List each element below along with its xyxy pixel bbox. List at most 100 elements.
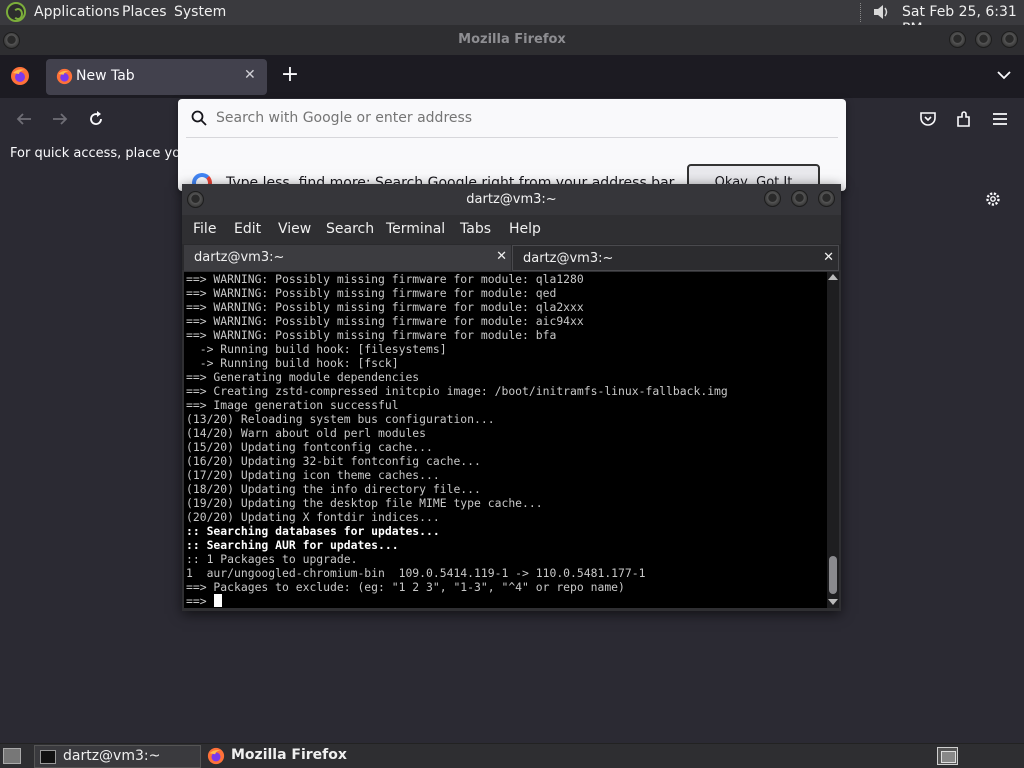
terminal-line-text: (16/20) Updating 32-bit fontconfig cache… xyxy=(186,454,481,468)
menu-system[interactable]: System xyxy=(174,4,226,22)
extensions-icon[interactable] xyxy=(954,109,974,129)
terminal-line: ==> Packages to exclude: (eg: "1 2 3", "… xyxy=(186,580,728,594)
menu-terminal[interactable]: Terminal xyxy=(386,221,445,237)
terminal-scrollbar[interactable] xyxy=(827,272,839,608)
terminal-line-text: ==> WARNING: Possibly missing firmware f… xyxy=(186,314,584,328)
terminal-output[interactable]: ==> WARNING: Possibly missing firmware f… xyxy=(184,272,827,608)
terminal-line: -> Running build hook: [fsck] xyxy=(186,356,728,370)
firefox-titlebar[interactable]: Mozilla Firefox xyxy=(0,25,1024,55)
firefox-icon xyxy=(56,68,73,85)
minimize-button[interactable] xyxy=(949,31,966,48)
terminal-line-text: 1 aur/ungoogled-chromium-bin 109.0.5414.… xyxy=(186,566,646,580)
terminal-tab-label: dartz@vm3:~ xyxy=(194,250,285,265)
terminal-line-text: ==> Generating module dependencies xyxy=(186,370,420,384)
clock[interactable]: Sat Feb 25, 6:31 PM xyxy=(902,4,1024,37)
terminal-line-text: ==> WARNING: Possibly missing firmware f… xyxy=(186,328,557,342)
back-arrow-icon[interactable] xyxy=(14,109,34,129)
scrollbar-thumb[interactable] xyxy=(829,556,837,594)
gear-icon[interactable] xyxy=(984,190,1002,208)
terminal-line-text: (13/20) Reloading system bus configurati… xyxy=(186,412,495,426)
terminal-titlebar[interactable]: dartz@vm3:~ xyxy=(182,184,841,215)
terminal-line-text: :: Searching AUR for updates... xyxy=(186,538,399,552)
new-tab-button[interactable]: + xyxy=(279,63,301,89)
terminal-line-text: :: Searching databases for updates... xyxy=(186,524,440,538)
taskbar-firefox[interactable]: Mozilla Firefox xyxy=(205,745,355,768)
menu-tabs[interactable]: Tabs xyxy=(460,221,491,237)
panel-divider xyxy=(860,3,862,22)
terminal-line: (16/20) Updating 32-bit fontconfig cache… xyxy=(186,454,728,468)
volume-icon[interactable] xyxy=(872,3,890,21)
menu-file[interactable]: File xyxy=(193,221,216,237)
terminal-line: (19/20) Updating the desktop file MIME t… xyxy=(186,496,728,510)
terminal-line-text: ==> WARNING: Possibly missing firmware f… xyxy=(186,286,557,300)
terminal-line: 1 aur/ungoogled-chromium-bin 109.0.5414.… xyxy=(186,566,728,580)
window-menu-button[interactable] xyxy=(3,32,20,49)
os-logo-icon[interactable] xyxy=(6,2,26,22)
terminal-line: ==> Generating module dependencies xyxy=(186,370,728,384)
terminal-window: dartz@vm3:~ File Edit View Search Termin… xyxy=(182,184,841,611)
scroll-up-icon[interactable] xyxy=(828,274,838,280)
terminal-lines: ==> WARNING: Possibly missing firmware f… xyxy=(186,272,728,608)
close-icon[interactable]: ✕ xyxy=(496,249,507,264)
terminal-tab[interactable]: dartz@vm3:~ ✕ xyxy=(512,245,839,271)
terminal-line-text: (18/20) Updating the info directory file… xyxy=(186,482,481,496)
terminal-line: :: Searching AUR for updates... xyxy=(186,538,728,552)
reload-icon[interactable] xyxy=(86,109,106,129)
terminal-line-text: ==> Creating zstd-compressed initcpio im… xyxy=(186,384,728,398)
terminal-line-text: (20/20) Updating X fontdir indices... xyxy=(186,510,440,524)
terminal-line: (18/20) Updating the info directory file… xyxy=(186,482,728,496)
terminal-line-text: ==> Image generation successful xyxy=(186,398,399,412)
hamburger-menu-icon[interactable] xyxy=(990,109,1010,129)
minimize-button[interactable] xyxy=(764,190,781,207)
menu-help[interactable]: Help xyxy=(509,221,541,237)
terminal-tab-label: dartz@vm3:~ xyxy=(523,251,614,266)
terminal-line-text: (14/20) Warn about old perl modules xyxy=(186,426,427,440)
terminal-line: ==> WARNING: Possibly missing firmware f… xyxy=(186,286,728,300)
forward-arrow-icon[interactable] xyxy=(50,109,70,129)
terminal-title: dartz@vm3:~ xyxy=(466,192,557,207)
scroll-down-icon[interactable] xyxy=(828,599,838,605)
terminal-line-text: (15/20) Updating fontconfig cache... xyxy=(186,440,433,454)
terminal-line-text: (19/20) Updating the desktop file MIME t… xyxy=(186,496,543,510)
terminal-line: -> Running build hook: [filesystems] xyxy=(186,342,728,356)
terminal-line: ==> WARNING: Possibly missing firmware f… xyxy=(186,272,728,286)
firefox-view-icon[interactable] xyxy=(10,66,30,86)
terminal-line: ==> Creating zstd-compressed initcpio im… xyxy=(186,384,728,398)
terminal-line: (17/20) Updating icon theme caches... xyxy=(186,468,728,482)
terminal-line: ==> WARNING: Possibly missing firmware f… xyxy=(186,300,728,314)
close-icon[interactable]: ✕ xyxy=(823,250,834,265)
close-button[interactable] xyxy=(818,190,835,207)
show-desktop-icon[interactable] xyxy=(3,748,21,764)
terminal-line: ==> WARNING: Possibly missing firmware f… xyxy=(186,314,728,328)
tab-title: New Tab xyxy=(76,68,135,84)
window-menu-button[interactable] xyxy=(187,191,204,208)
terminal-line-text: -> Running build hook: [filesystems] xyxy=(186,342,447,356)
menu-applications[interactable]: Applications xyxy=(34,4,120,22)
close-button[interactable] xyxy=(1001,31,1018,48)
workspace-switcher[interactable] xyxy=(937,747,958,765)
terminal-line-text: :: 1 Packages to upgrade. xyxy=(186,552,358,566)
terminal-line: (20/20) Updating X fontdir indices... xyxy=(186,510,728,524)
maximize-button[interactable] xyxy=(975,31,992,48)
taskbar-terminal[interactable]: dartz@vm3:~ xyxy=(34,745,201,768)
terminal-line: (15/20) Updating fontconfig cache... xyxy=(186,440,728,454)
tab-close-icon[interactable]: ✕ xyxy=(244,67,256,83)
terminal-line: :: Searching databases for updates... xyxy=(186,524,728,538)
menu-edit[interactable]: Edit xyxy=(234,221,261,237)
terminal-line: (14/20) Warn about old perl modules xyxy=(186,426,728,440)
terminal-tab[interactable]: dartz@vm3:~ ✕ xyxy=(184,245,511,271)
pocket-icon[interactable] xyxy=(918,109,938,129)
maximize-button[interactable] xyxy=(791,190,808,207)
terminal-line-text: ==> xyxy=(186,594,214,608)
firefox-icon xyxy=(207,747,225,765)
menu-view[interactable]: View xyxy=(278,221,311,237)
tab-new-tab[interactable]: New Tab ✕ xyxy=(46,59,267,95)
terminal-line-text: ==> WARNING: Possibly missing firmware f… xyxy=(186,272,584,286)
menu-search[interactable]: Search xyxy=(326,221,374,237)
terminal-tabbar: dartz@vm3:~ ✕ dartz@vm3:~ ✕ xyxy=(182,244,841,271)
chevron-down-icon[interactable] xyxy=(995,66,1013,84)
urlbar-separator xyxy=(186,137,838,138)
urlbar-input[interactable] xyxy=(216,106,836,130)
terminal-line: ==> xyxy=(186,594,728,608)
menu-places[interactable]: Places xyxy=(122,4,167,22)
